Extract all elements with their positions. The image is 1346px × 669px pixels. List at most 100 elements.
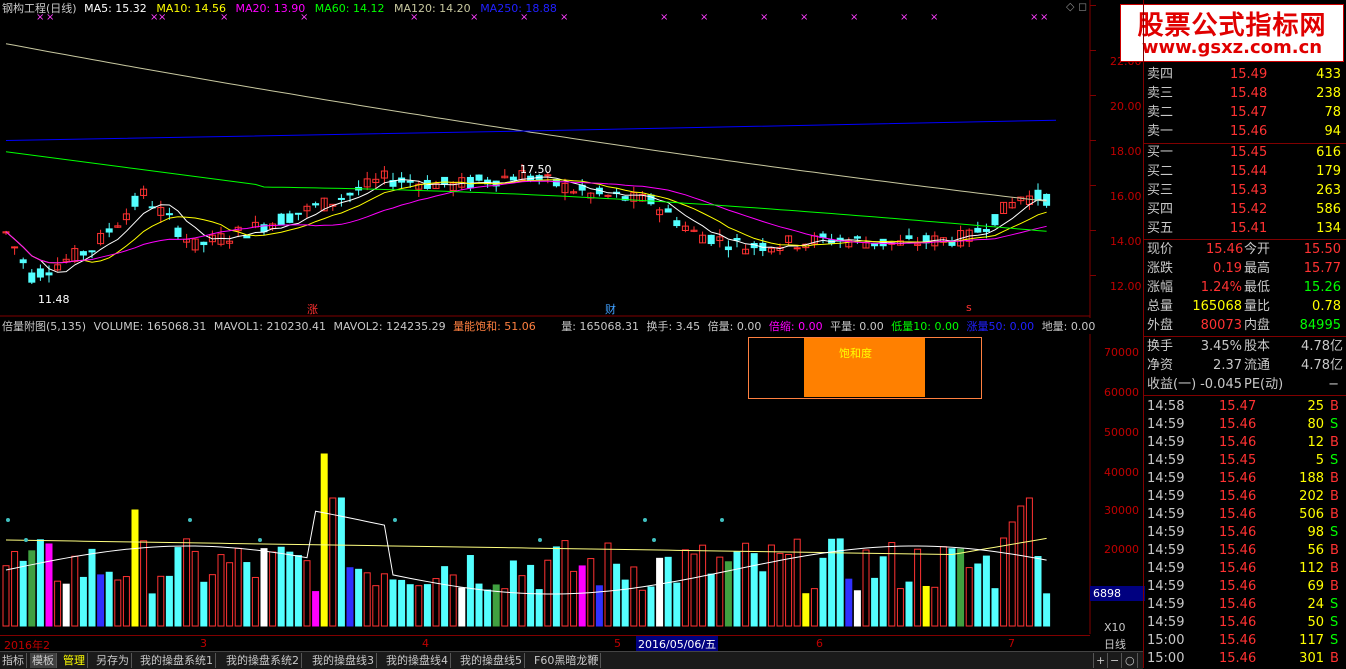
price-tick: 18.00 — [1110, 145, 1142, 158]
tick-time: 14:59 — [1147, 507, 1185, 522]
tab-zhibiao[interactable]: 指标 — [0, 653, 27, 668]
svg-text:×: × — [1030, 12, 1038, 23]
tab-line3[interactable]: 我的操盘线3 — [310, 653, 377, 668]
saturation-label: 饱和度 — [839, 347, 872, 360]
quote-row: 涨幅 1.24% 最低 15.26 — [1144, 279, 1346, 297]
sell-row[interactable]: 卖四 15.49 433 — [1144, 66, 1346, 84]
vol-beisuo: 倍缩: 0.00 — [768, 320, 823, 333]
zoom-out-button[interactable]: − — [1108, 653, 1123, 668]
vol-mavol1: MAVOL1: 210230.41 — [213, 320, 326, 333]
stats-row: 收益(一) -0.045 PE(动) − — [1144, 376, 1346, 394]
tick-price: 15.46 — [1219, 561, 1257, 576]
tab-lingcunwei[interactable]: 另存为 — [94, 653, 132, 668]
quote-value: 80073 — [1200, 318, 1242, 333]
tick-price: 15.46 — [1219, 597, 1257, 612]
tick-row: 14:59 15.46 24 S — [1144, 596, 1346, 614]
reset-button[interactable]: ○ — [1123, 653, 1138, 668]
price-tick: 16.00 — [1110, 190, 1142, 203]
svg-text:×: × — [760, 12, 768, 23]
quote-value: 15.46 — [1206, 242, 1244, 257]
buy-label: 买二 — [1147, 164, 1174, 179]
buy-row[interactable]: 买一 15.45 616 — [1144, 144, 1346, 162]
quote-panel: 卖四 15.49 433 卖三 15.48 238 卖二 15.47 78 卖一… — [1143, 0, 1346, 668]
tick-side: B — [1330, 507, 1339, 522]
tick-vol: 25 — [1307, 399, 1324, 414]
tick-price: 15.46 — [1219, 633, 1257, 648]
buy-label: 买三 — [1147, 183, 1174, 198]
date-label: 6 — [816, 637, 823, 650]
tick-time: 14:59 — [1147, 453, 1185, 468]
stats-value: 3.45% — [1200, 339, 1242, 354]
tick-row: 14:59 15.46 112 B — [1144, 560, 1346, 578]
tick-row: 14:59 15.46 188 B — [1144, 470, 1346, 488]
tab-f60[interactable]: F60黑暗龙鞭 — [532, 653, 602, 668]
s-marker: s — [966, 301, 972, 314]
buy-price: 15.43 — [1230, 183, 1268, 198]
period-label[interactable]: 日线 — [1104, 636, 1126, 652]
buy-vol: 616 — [1316, 145, 1341, 160]
quote-row: 涨跌 0.19 最高 15.77 — [1144, 260, 1346, 278]
price-tick: 12.00 — [1110, 280, 1142, 293]
stats-value: 4.78亿 — [1301, 358, 1343, 373]
buy-row[interactable]: 买二 15.44 179 — [1144, 163, 1346, 181]
tick-row: 14:59 15.46 69 B — [1144, 578, 1346, 596]
sell-row[interactable]: 卖一 15.46 94 — [1144, 123, 1346, 141]
tick-side: B — [1330, 471, 1339, 486]
buy-price: 15.41 — [1230, 221, 1268, 236]
price-chart[interactable]: × × × × × × × × × × × × × × × × × × × — [0, 0, 1143, 318]
tick-row: 14:59 15.46 80 S — [1144, 416, 1346, 434]
quote-label: 外盘 — [1147, 318, 1174, 333]
buy-row[interactable]: 买三 15.43 263 — [1144, 182, 1346, 200]
tab-line5[interactable]: 我的操盘线5 — [458, 653, 525, 668]
tick-time: 14:58 — [1147, 399, 1185, 414]
stats-value: -0.045 — [1200, 377, 1242, 392]
buy-row[interactable]: 买五 15.41 134 — [1144, 220, 1346, 238]
sell-row[interactable]: 卖二 15.47 78 — [1144, 104, 1346, 122]
sell-label: 卖三 — [1147, 86, 1174, 101]
quote-row: 现价 15.46 今开 15.50 — [1144, 241, 1346, 259]
zoom-in-button[interactable]: + — [1093, 653, 1109, 668]
tick-vol: 506 — [1299, 507, 1324, 522]
sell-price: 15.47 — [1230, 105, 1268, 120]
tick-row: 15:00 15.46 301 B — [1144, 650, 1346, 668]
tick-time: 14:59 — [1147, 543, 1185, 558]
tick-time: 14:59 — [1147, 435, 1185, 450]
tick-side: S — [1330, 633, 1339, 648]
svg-text:×: × — [930, 12, 938, 23]
stats-row: 换手 3.45% 股本 4.78亿 — [1144, 338, 1346, 356]
volume-header: 倍量附图(5,135) VOLUME: 165068.31 MAVOL1: 21… — [2, 318, 1095, 334]
quote-label: 涨幅 — [1147, 280, 1174, 295]
chart-area[interactable]: 钢构工程(日线) MA5: 15.32 MA10: 14.56 MA20: 13… — [0, 0, 1145, 669]
sell-price: 15.46 — [1230, 124, 1268, 139]
vol-tick: 20000 — [1104, 543, 1139, 556]
quote-label: 量比 — [1244, 299, 1271, 314]
sell-row[interactable]: 卖三 15.48 238 — [1144, 85, 1346, 103]
tab-system2[interactable]: 我的操盘系统2 — [224, 653, 302, 668]
tick-time: 14:59 — [1147, 489, 1185, 504]
tab-line4[interactable]: 我的操盘线4 — [384, 653, 451, 668]
tab-system1[interactable]: 我的操盘系统1 — [138, 653, 216, 668]
stats-value: 4.78亿 — [1301, 339, 1343, 354]
vol-tick: 30000 — [1104, 504, 1139, 517]
stats-row: 净资 2.37 流通 4.78亿 — [1144, 357, 1346, 375]
svg-text:×: × — [700, 12, 708, 23]
tick-time: 14:59 — [1147, 525, 1185, 540]
tick-vol: 12 — [1307, 435, 1324, 450]
buy-row[interactable]: 买四 15.42 586 — [1144, 201, 1346, 219]
tick-price: 15.46 — [1219, 435, 1257, 450]
tick-price: 15.46 — [1219, 615, 1257, 630]
cai-marker: 财 — [605, 303, 616, 316]
tab-moban[interactable]: 模板 — [30, 653, 57, 668]
tick-time: 14:59 — [1147, 561, 1185, 576]
tick-vol: 24 — [1307, 597, 1324, 612]
buy-vol: 586 — [1316, 202, 1341, 217]
svg-text:×: × — [520, 12, 528, 23]
vol-current-marker: 6898 — [1090, 586, 1145, 601]
svg-text:×: × — [800, 12, 808, 23]
tab-guanli[interactable]: 管理 — [61, 653, 88, 668]
sell-vol: 78 — [1324, 105, 1341, 120]
tick-price: 15.46 — [1219, 579, 1257, 594]
tick-vol: 56 — [1307, 543, 1324, 558]
quote-value: 15.26 — [1303, 280, 1341, 295]
svg-text:×: × — [660, 12, 668, 23]
